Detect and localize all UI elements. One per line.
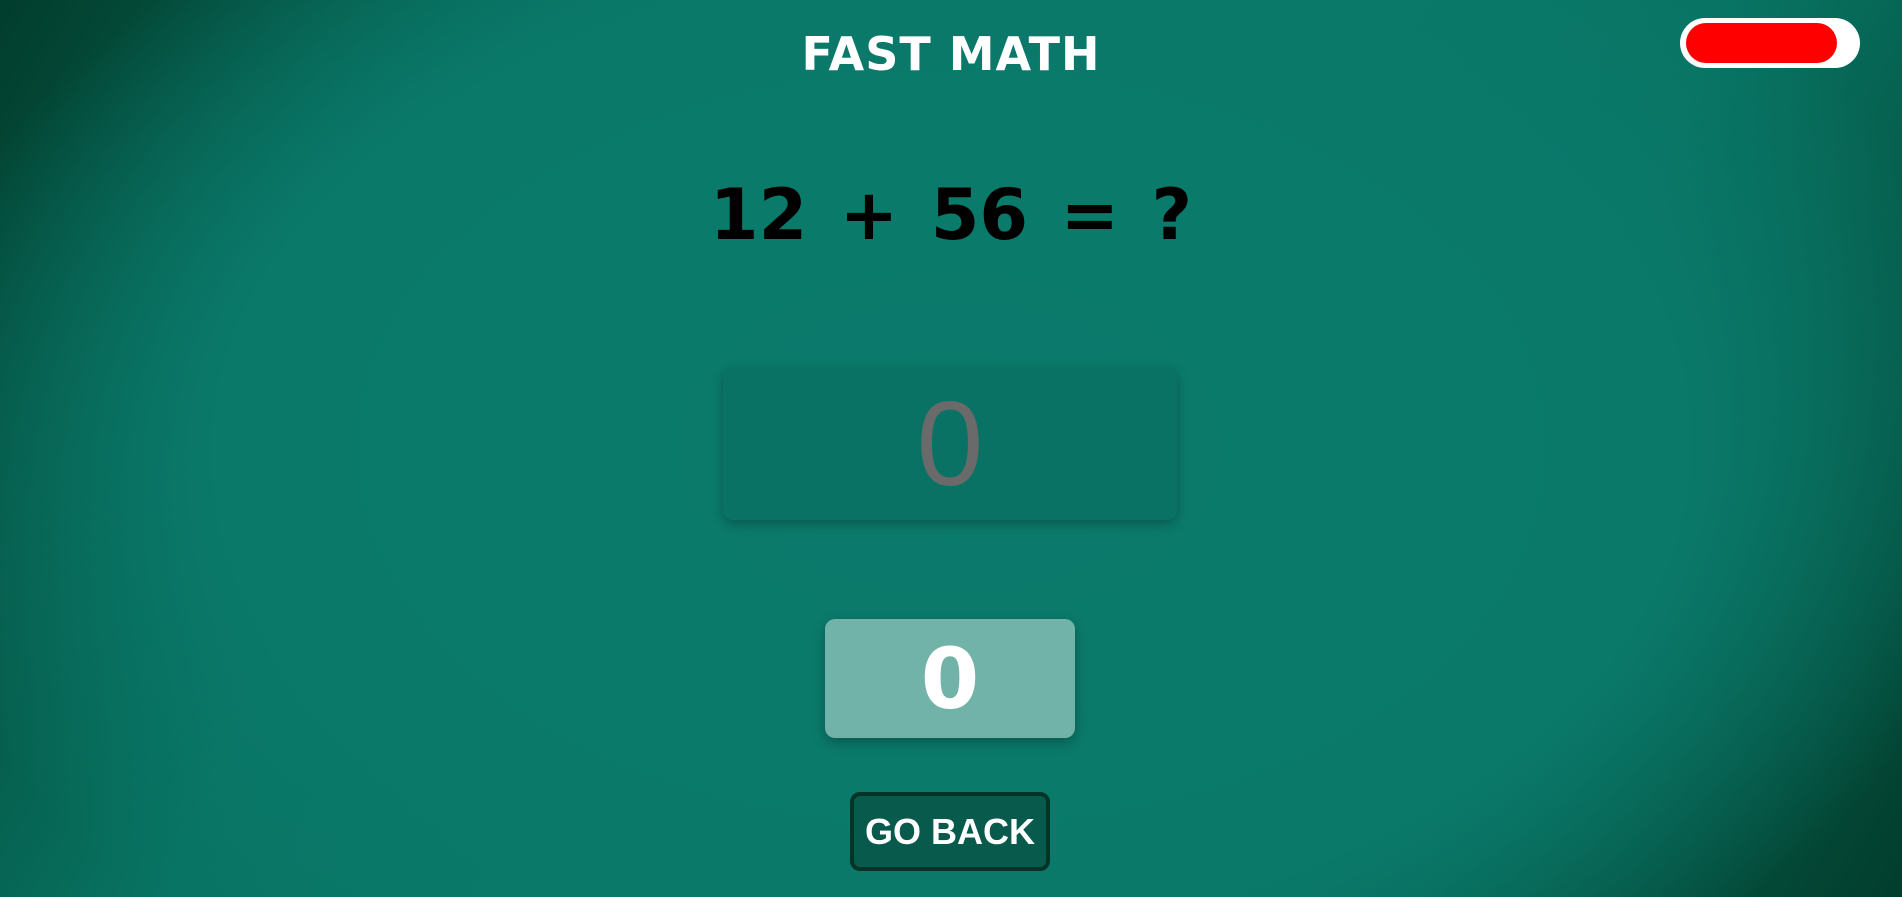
timer-bar: [1680, 18, 1860, 68]
timer-bar-fill: [1686, 23, 1838, 63]
answer-input[interactable]: [723, 367, 1177, 520]
math-question: 12 + 56 = ?: [709, 174, 1193, 256]
score-display: 0: [825, 619, 1075, 738]
go-back-button[interactable]: GO BACK: [850, 792, 1050, 871]
game-title: FAST MATH: [801, 27, 1101, 81]
answer-box: [723, 367, 1177, 520]
